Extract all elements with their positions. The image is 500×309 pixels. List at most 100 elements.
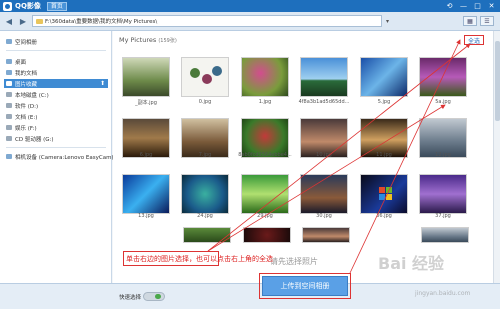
photo-thumbnail[interactable] xyxy=(360,57,408,97)
album-icon xyxy=(6,39,12,44)
sidebar-item-drive-d[interactable]: 软件 (D:) xyxy=(6,101,38,110)
photo-thumbnail[interactable] xyxy=(302,227,350,243)
tab-home[interactable]: 首页 xyxy=(46,1,67,11)
folder-heading: My Pictures (159张) xyxy=(119,36,177,44)
photo-filename: 12.jpg xyxy=(435,152,451,158)
list-view-icon[interactable]: ☰ xyxy=(480,16,494,26)
photo-filename: 7.jpg xyxy=(198,152,212,158)
close-icon[interactable]: ✕ xyxy=(487,1,496,10)
refresh-icon[interactable]: ⟲ xyxy=(445,1,454,10)
back-icon[interactable]: ◀ xyxy=(4,16,14,26)
photo-filename: 37.jpg xyxy=(435,213,451,219)
sidebar-item-album[interactable]: 空间相册 xyxy=(6,37,37,46)
baidu-watermark: Bai 经验 xyxy=(378,254,445,273)
photo-filename: 11.jpg xyxy=(376,152,392,158)
drive-icon xyxy=(6,92,12,97)
photo-thumbnail[interactable] xyxy=(122,57,170,97)
photo-filename: 8ab0fcd3564ebbe4... xyxy=(238,152,292,158)
title-bar: QQ影像 首页 ⟲ — □ ✕ xyxy=(0,0,500,12)
sidebar-item-cd-drive[interactable]: CD 驱动器 (G:) xyxy=(6,134,53,143)
sidebar-item-documents[interactable]: 我的文档 xyxy=(6,68,37,77)
sidebar-item-desktop[interactable]: 桌面 xyxy=(6,57,26,66)
drive-icon xyxy=(6,114,12,119)
photo-thumbnail[interactable] xyxy=(181,57,229,97)
grid-view-icon[interactable]: ▦ xyxy=(463,16,477,26)
sidebar-item-label: 软件 (D:) xyxy=(15,103,39,110)
sidebar-item-label: 本地磁盘 (C:) xyxy=(15,92,49,99)
sidebar-item-label: 娱乐 (F:) xyxy=(15,125,37,132)
photo-filename: 24.jpg xyxy=(197,213,213,219)
annotation-text: 单击右边的图片选择，也可以点击右上角的全选 xyxy=(126,255,273,263)
photo-filename: 4f8a3b1ad5d65dd... xyxy=(298,99,350,105)
photo-filename: 1.jpg xyxy=(258,99,272,105)
quick-select-label: 快速选择 xyxy=(119,295,142,301)
photo-filename: 13.jpg xyxy=(138,213,154,219)
photo-browser: My Pictures (159张) 全选 _副本.jpg 0.jpg 1.jp… xyxy=(113,31,500,283)
folder-title: My Pictures xyxy=(119,36,157,44)
photo-filename: _副本.jpg xyxy=(135,100,157,106)
photo-thumbnail[interactable] xyxy=(419,174,467,214)
sidebar-item-label: 我的文档 xyxy=(15,70,38,77)
photo-thumbnail[interactable] xyxy=(421,227,469,243)
forward-icon[interactable]: ▶ xyxy=(18,16,28,26)
upload-arrow-icon[interactable]: ⬆ xyxy=(100,80,105,87)
sidebar-item-pictures[interactable]: 图片收藏 ⬆ xyxy=(4,79,108,88)
view-buttons: ▦ ☰ xyxy=(463,16,494,26)
photo-filename: 10.jpg xyxy=(316,152,332,158)
maximize-icon[interactable]: □ xyxy=(473,1,482,10)
address-bar: ◀ ▶ F:\360data\重要数据\我的文档\My Pictures\ ▾ … xyxy=(0,12,500,31)
photo-thumbnail[interactable] xyxy=(183,227,231,243)
folder-icon xyxy=(36,18,43,24)
toggle-knob xyxy=(155,294,161,299)
photo-filename: 6.jpg xyxy=(139,152,153,158)
drive-icon xyxy=(6,103,12,108)
camera-icon xyxy=(6,154,12,159)
select-photo-hint: 请先选择照片 xyxy=(270,257,318,266)
photo-thumbnail[interactable] xyxy=(360,174,408,214)
qq-image-logo-icon xyxy=(3,1,12,11)
sidebar-item-label: CD 驱动器 (G:) xyxy=(15,136,54,143)
photo-filename: 0.jpg xyxy=(198,99,212,105)
sidebar-divider xyxy=(6,147,106,148)
sidebar-item-label: 空间相册 xyxy=(15,39,38,46)
sidebar-item-label: 相机设备 (Camera:Lenovo EasyCam) xyxy=(15,154,114,161)
photo-thumbnail[interactable] xyxy=(181,174,229,214)
photo-thumbnail[interactable] xyxy=(243,227,291,243)
photo-filename: 36.jpg xyxy=(376,213,392,219)
baidu-watermark-url: jingyan.baidu.com xyxy=(415,290,471,297)
photo-thumbnail[interactable] xyxy=(419,57,467,97)
upload-to-album-button[interactable]: 上传到空间相册 xyxy=(262,276,348,296)
photo-thumbnail[interactable] xyxy=(300,57,348,97)
desktop-icon xyxy=(6,59,12,64)
app-title: QQ影像 xyxy=(15,2,41,10)
window-controls: ⟲ — □ ✕ xyxy=(445,1,496,10)
quick-select-toggle[interactable] xyxy=(143,292,165,301)
minimize-icon[interactable]: — xyxy=(459,1,468,10)
select-all-button[interactable]: 全选 xyxy=(464,35,484,45)
scrollbar-thumb[interactable] xyxy=(495,41,500,121)
sidebar-item-drive-c[interactable]: 本地磁盘 (C:) xyxy=(6,90,49,99)
sidebar-item-camera[interactable]: 相机设备 (Camera:Lenovo EasyCam) xyxy=(6,152,114,161)
documents-icon xyxy=(6,70,12,75)
photo-thumbnail[interactable] xyxy=(241,57,289,97)
photo-filename: 5a.jpg xyxy=(435,99,451,105)
sidebar: 空间相册 桌面 我的文档 图片收藏 ⬆ 本地磁盘 (C:) 软件 (D:) 文档… xyxy=(0,31,114,283)
photo-filename: 29.jpg xyxy=(257,213,273,219)
photo-thumbnail[interactable] xyxy=(300,174,348,214)
sidebar-item-drive-e[interactable]: 文档 (E:) xyxy=(6,112,37,121)
photo-thumbnail[interactable] xyxy=(241,174,289,214)
sidebar-divider xyxy=(6,50,106,51)
cd-drive-icon xyxy=(6,136,12,141)
photo-filename: 5.jpg xyxy=(377,99,391,105)
photo-filename: 30.jpg xyxy=(316,213,332,219)
path-input[interactable]: F:\360data\重要数据\我的文档\My Pictures\ xyxy=(32,15,382,27)
sidebar-item-label: 文档 (E:) xyxy=(15,114,38,121)
sidebar-item-drive-f[interactable]: 娱乐 (F:) xyxy=(6,123,37,132)
vertical-scrollbar[interactable] xyxy=(493,31,500,283)
path-text: F:\360data\重要数据\我的文档\My Pictures\ xyxy=(45,19,158,25)
chevron-down-icon[interactable]: ▾ xyxy=(386,18,389,25)
pictures-icon xyxy=(6,81,12,86)
photo-thumbnail[interactable] xyxy=(122,174,170,214)
drive-icon xyxy=(6,125,12,130)
sidebar-item-label: 桌面 xyxy=(15,59,27,66)
